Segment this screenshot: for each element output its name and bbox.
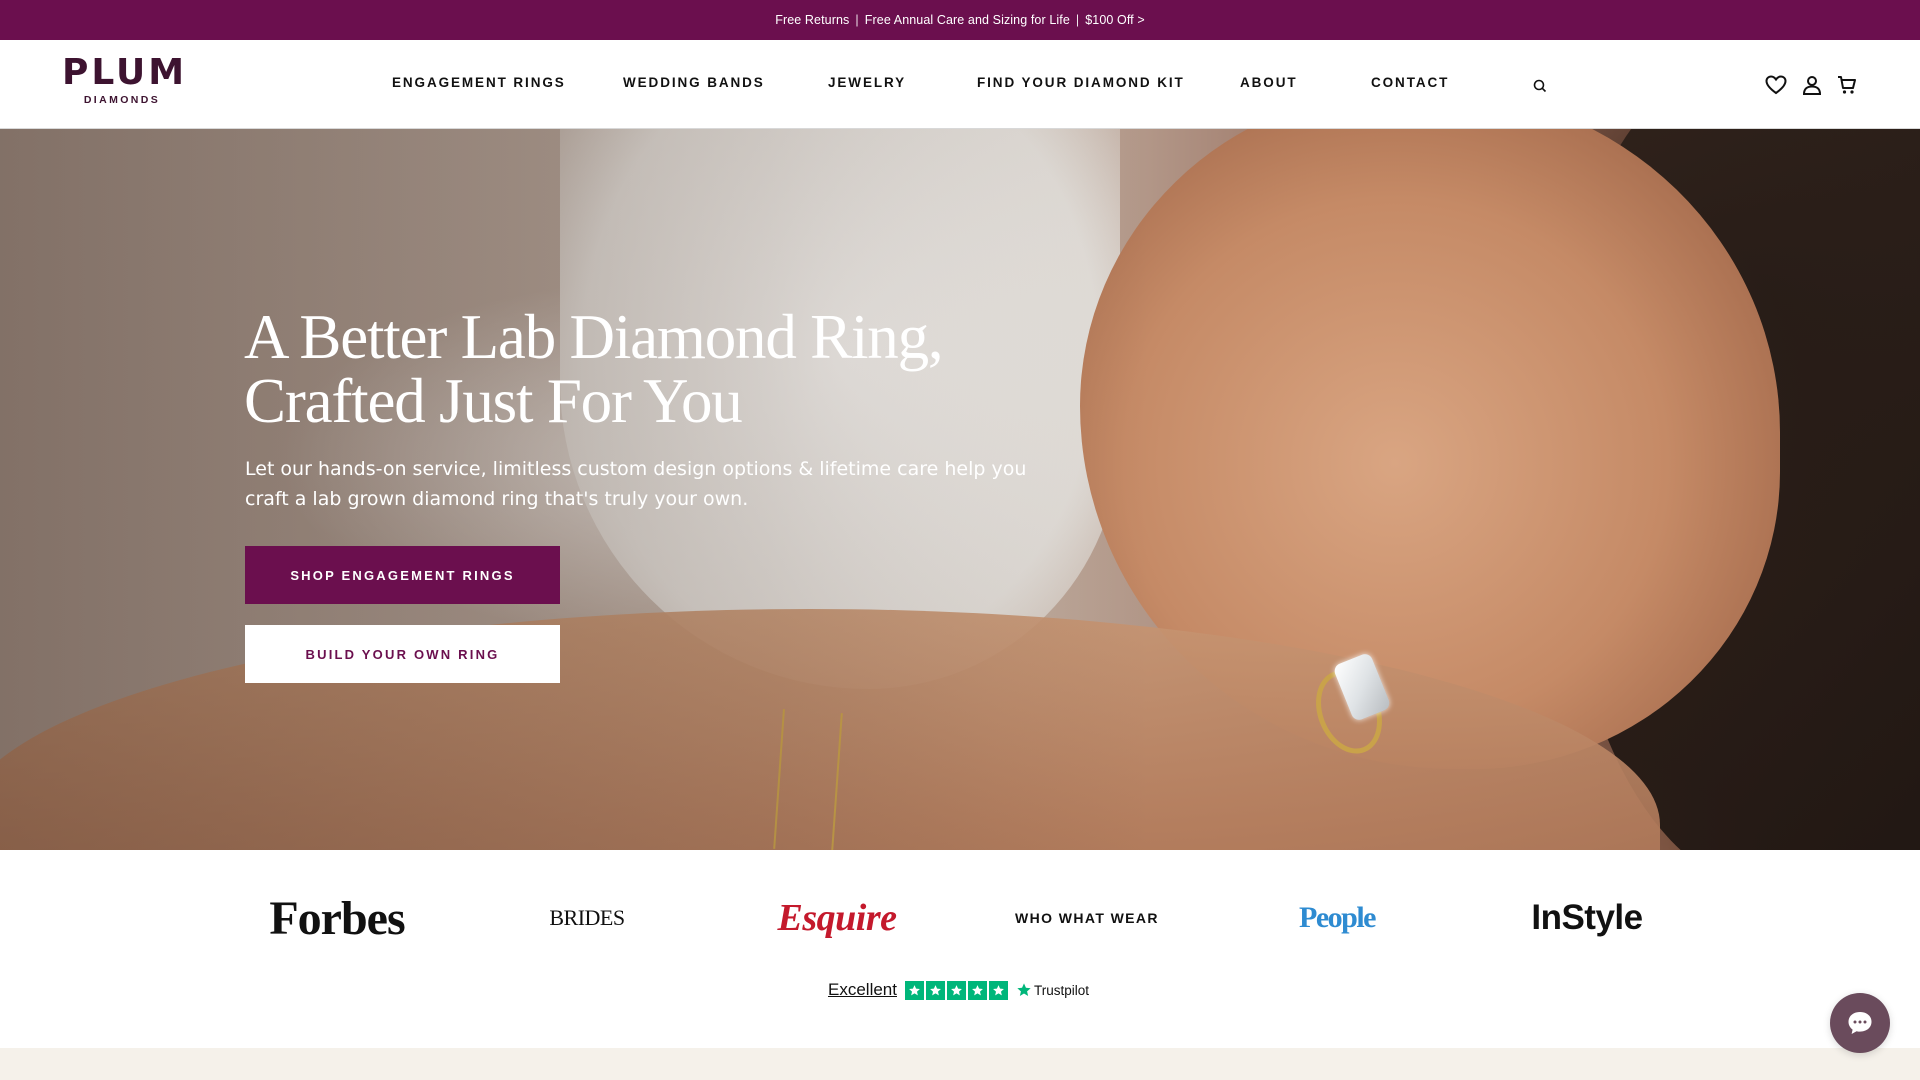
cart-icon[interactable] — [1834, 72, 1860, 98]
build-your-own-ring-button[interactable]: BUILD YOUR OWN RING — [245, 625, 560, 683]
nav-jewelry[interactable]: JEWELRY — [828, 75, 906, 90]
hero-title-line-1: A Better Lab Diamond Ring, — [244, 302, 944, 372]
hero-subtitle: Let our hands-on service, limitless cust… — [245, 454, 1045, 514]
hero-subtitle-line-2: craft a lab grown diamond ring that's tr… — [245, 488, 749, 510]
star-icon — [904, 980, 924, 1000]
trustpilot-logo: Trustpilot — [1016, 982, 1089, 998]
trustpilot-widget[interactable]: Excellent Trustpilot — [828, 978, 1089, 1002]
account-icon[interactable] — [1799, 72, 1825, 98]
nav-about[interactable]: ABOUT — [1240, 75, 1298, 90]
trustpilot-star-icon — [1017, 983, 1031, 996]
hero-subtitle-line-1: Let our hands-on service, limitless cust… — [245, 458, 1027, 480]
promo-separator: | — [855, 13, 859, 27]
star-icon — [967, 980, 987, 1000]
logo-wordmark: PLUM — [62, 52, 188, 93]
plum-diamonds-logo[interactable]: PLUM DIAMONDS — [62, 52, 188, 107]
promo-bar[interactable]: Free Returns | Free Annual Care and Sizi… — [0, 0, 1920, 40]
press-logo-esquire: Esquire — [777, 897, 897, 939]
press-logo-instyle: InStyle — [1531, 898, 1643, 937]
hero-banner: A Better Lab Diamond Ring, Crafted Just … — [0, 129, 1920, 850]
press-logo-who-what-wear: WHO WHAT WEAR — [1015, 910, 1159, 926]
press-logo-people: People — [1299, 901, 1376, 934]
press-section: Forbes BRIDES Esquire WHO WHAT WEAR Peop… — [0, 850, 1920, 1048]
press-logo-brides: BRIDES — [549, 905, 625, 930]
next-section-band — [0, 1048, 1920, 1080]
star-icon — [946, 980, 966, 1000]
press-logo-forbes: Forbes — [269, 891, 405, 945]
chat-widget-button[interactable] — [1830, 993, 1890, 1053]
hero-title-line-2: Crafted Just For You — [244, 366, 743, 436]
hero-title: A Better Lab Diamond Ring, Crafted Just … — [244, 305, 1004, 433]
trustpilot-brand: Trustpilot — [1033, 982, 1089, 998]
trustpilot-rating-text[interactable]: Excellent — [828, 980, 897, 1000]
star-icon — [988, 980, 1008, 1000]
shop-engagement-rings-button[interactable]: SHOP ENGAGEMENT RINGS — [245, 546, 560, 604]
nav-contact[interactable]: CONTACT — [1371, 75, 1449, 90]
star-icon — [925, 980, 945, 1000]
trustpilot-stars — [904, 980, 1008, 1000]
chat-bubble-icon — [1848, 1012, 1872, 1034]
nav-wedding-bands[interactable]: WEDDING BANDS — [623, 75, 765, 90]
promo-discount-link[interactable]: $100 Off > — [1080, 13, 1150, 27]
heart-icon[interactable] — [1763, 72, 1789, 98]
promo-separator: | — [1075, 13, 1080, 27]
nav-find-your-diamond-kit[interactable]: FIND YOUR DIAMOND KIT — [977, 75, 1185, 90]
logo-subtitle: DIAMONDS — [83, 94, 161, 106]
nav-engagement-rings[interactable]: ENGAGEMENT RINGS — [392, 75, 566, 90]
site-header: PLUM DIAMONDS ENGAGEMENT RINGS WEDDING B… — [0, 40, 1920, 129]
promo-free-returns: Free Returns — [775, 13, 850, 27]
promo-care: Free Annual Care and Sizing for Life — [864, 13, 1070, 27]
search-icon[interactable] — [1530, 76, 1550, 96]
